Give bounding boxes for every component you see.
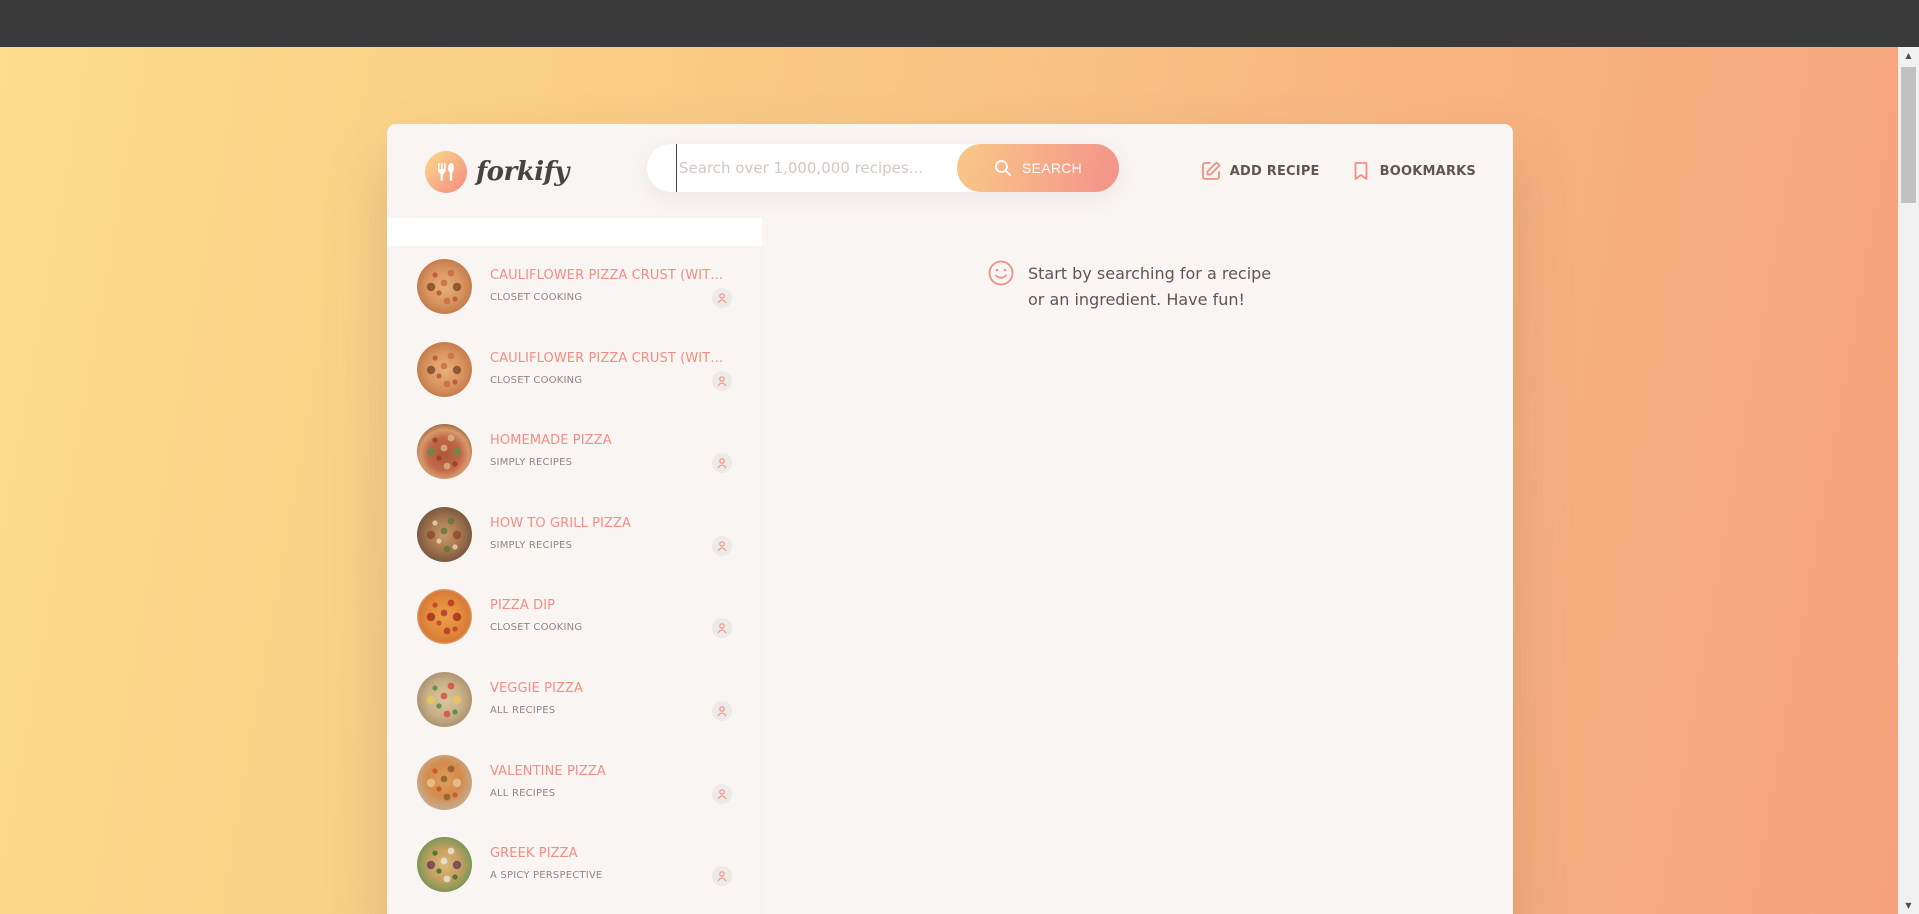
recipe-title: GREEK PIZZA xyxy=(490,846,578,862)
recipe-thumbnail xyxy=(417,341,472,397)
scrollbar-thumb[interactable] xyxy=(1901,67,1916,203)
recipe-title: CAULIFLOWER PIZZA CRUST (WITH BBQ CHICKE… xyxy=(490,350,730,366)
smile-icon xyxy=(988,260,1014,286)
scroll-down-arrow[interactable]: ▼ xyxy=(1898,897,1919,914)
page-scrollbar[interactable]: ▲ ▼ xyxy=(1898,47,1919,914)
recipe-publisher: A SPICY PERSPECTIVE xyxy=(490,870,603,882)
recipe-title: HOMEMADE PIZZA xyxy=(490,433,612,449)
user-generated-icon xyxy=(712,618,732,639)
user-generated-icon xyxy=(712,453,732,474)
search-button-label: SEARCH xyxy=(1021,160,1083,176)
edit-icon xyxy=(1201,161,1221,180)
bookmark-icon xyxy=(1354,162,1368,180)
start-message: Start by searching for a recipe or an in… xyxy=(987,260,1307,313)
search-input[interactable] xyxy=(676,144,946,192)
user-generated-icon xyxy=(712,288,732,308)
user-generated-icon xyxy=(712,535,732,556)
recipe-title: CAULIFLOWER PIZZA CRUST (WITH BBQ CHICKE… xyxy=(490,268,730,283)
result-item[interactable]: VEGGIE PIZZA ALL RECIPES xyxy=(387,659,762,742)
search-icon xyxy=(995,160,1011,176)
results-top-strip xyxy=(387,218,762,246)
logo[interactable]: forkify xyxy=(425,151,569,193)
recipe-publisher: CLOSET COOKING xyxy=(490,374,583,386)
recipe-publisher: SIMPLY RECIPES xyxy=(490,539,573,551)
recipe-title: VALENTINE PIZZA xyxy=(490,763,606,779)
add-recipe-label: ADD RECIPE xyxy=(1229,163,1320,179)
app-container: forkify SEARCH ADD xyxy=(387,124,1513,914)
recipe-publisher: SIMPLY RECIPES xyxy=(490,457,573,469)
user-generated-icon xyxy=(712,701,732,721)
recipe-thumbnail xyxy=(417,589,472,645)
recipe-thumbnail xyxy=(417,424,472,480)
start-message-text: Start by searching for a recipe or an in… xyxy=(1028,264,1272,309)
recipe-title: VEGGIE PIZZA xyxy=(490,681,584,696)
search-form: SEARCH xyxy=(647,144,1119,192)
recipe-thumbnail xyxy=(417,837,472,893)
result-item[interactable]: GREEK PIZZA A SPICY PERSPECTIVE xyxy=(387,824,762,907)
result-item[interactable]: HOMEMADE PIZZA SIMPLY RECIPES xyxy=(387,411,762,494)
header: forkify SEARCH ADD xyxy=(387,124,1513,218)
result-item[interactable]: CAULIFLOWER PIZZA CRUST (WITH BBQ CHICKE… xyxy=(387,329,762,412)
recipe-thumbnail xyxy=(417,506,472,562)
recipe-publisher: CLOSET COOKING xyxy=(490,292,583,303)
fork-knife-icon xyxy=(425,151,467,193)
result-item[interactable]: HOW TO GRILL PIZZA SIMPLY RECIPES xyxy=(387,494,762,577)
add-recipe-button[interactable]: ADD RECIPE xyxy=(1200,160,1320,182)
recipe-thumbnail xyxy=(417,672,472,727)
recipe-publisher: ALL RECIPES xyxy=(490,705,556,716)
recipe-thumbnail xyxy=(417,259,472,314)
result-item[interactable]: PIZZA DIP CLOSET COOKING xyxy=(387,576,762,659)
recipe-thumbnail xyxy=(417,754,472,810)
logo-text: forkify xyxy=(476,157,569,187)
result-item[interactable]: CAULIFLOWER PIZZA CRUST (WITH BBQ CHICKE… xyxy=(387,246,762,329)
user-generated-icon xyxy=(712,783,732,804)
scroll-up-arrow[interactable]: ▲ xyxy=(1898,47,1919,64)
result-item[interactable]: VALENTINE PIZZA ALL RECIPES xyxy=(387,742,762,825)
recipe-publisher: CLOSET COOKING xyxy=(490,622,583,634)
browser-top-bar xyxy=(0,0,1919,47)
bookmarks-button[interactable]: BOOKMARKS xyxy=(1350,160,1476,182)
search-results: CAULIFLOWER PIZZA CRUST (WITH BBQ CHICKE… xyxy=(387,218,762,914)
bookmarks-label: BOOKMARKS xyxy=(1379,163,1476,179)
recipe-title: PIZZA DIP xyxy=(490,598,556,614)
recipe-publisher: ALL RECIPES xyxy=(490,787,556,799)
recipe-title: HOW TO GRILL PIZZA xyxy=(490,515,632,531)
search-button[interactable]: SEARCH xyxy=(957,144,1119,192)
page-background: forkify SEARCH ADD xyxy=(0,47,1898,914)
header-nav: ADD RECIPE BOOKMARKS xyxy=(1170,159,1476,183)
user-generated-icon xyxy=(712,866,732,887)
user-generated-icon xyxy=(712,370,732,391)
